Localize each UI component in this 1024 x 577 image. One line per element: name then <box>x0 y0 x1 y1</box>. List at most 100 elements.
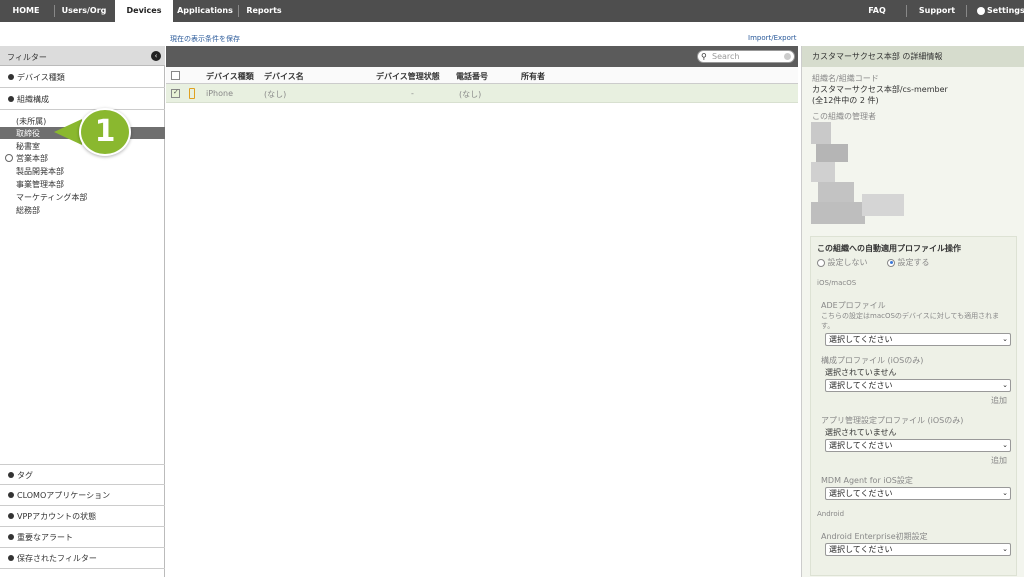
org-item[interactable]: 総務部 <box>16 205 40 216</box>
iphone-icon <box>189 88 195 99</box>
filter-org-structure[interactable]: 組織構成 <box>0 89 165 110</box>
radio-on[interactable]: 設定する <box>887 257 930 268</box>
cell-device-name: (なし) <box>264 90 287 99</box>
filter-title: フィルター <box>7 53 47 62</box>
callout-badge: 1 <box>79 108 131 156</box>
import-export-link[interactable]: Import/Export <box>748 34 797 42</box>
search-input[interactable]: ⚲ Search <box>697 50 795 63</box>
org-item-selected[interactable]: 取締役 <box>16 128 40 139</box>
filter-tag[interactable]: タグ <box>0 464 165 485</box>
app-profile-select[interactable]: 選択してください ⌄ <box>825 439 1011 452</box>
expand-icon <box>8 512 14 519</box>
admin-label: この組織の管理者 <box>812 112 876 121</box>
col-owner[interactable]: 所有者 <box>521 71 545 82</box>
filter-label: タグ <box>17 471 33 480</box>
faq-link[interactable]: FAQ <box>860 0 894 22</box>
org-item[interactable]: (未所属) <box>16 116 46 127</box>
settings-link[interactable]: Settings <box>987 0 1024 22</box>
tab-applications[interactable]: Applications <box>176 0 234 22</box>
col-device-type[interactable]: デバイス種類 <box>206 71 254 82</box>
org-code-value: カスタマーサクセス本部/cs-member <box>812 85 948 94</box>
filter-saved[interactable]: 保存されたフィルター <box>0 548 165 569</box>
filter-header: フィルター ‹ <box>0 46 165 66</box>
profile-title: この組織への自動適用プロファイル操作 <box>817 244 961 253</box>
select-value: 選択してください <box>829 545 893 554</box>
device-list: ⚲ Search デバイス種類 デバイス名 デバイス管理状態 電話番号 所有者 … <box>166 46 798 577</box>
col-phone[interactable]: 電話番号 <box>456 71 488 82</box>
org-count: (全12件中の 2 件) <box>812 96 879 105</box>
chevron-down-icon: ⌄ <box>1002 381 1008 389</box>
expand-icon <box>8 554 14 561</box>
ade-select[interactable]: 選択してください ⌄ <box>825 333 1011 346</box>
search-placeholder: Search <box>712 52 740 61</box>
radio-off[interactable]: 設定しない <box>817 257 868 268</box>
radio-on-icon <box>887 258 895 267</box>
ade-label: ADEプロファイル <box>821 301 886 310</box>
expand-icon <box>8 533 14 540</box>
mdm-agent-label: MDM Agent for iOS設定 <box>821 476 913 485</box>
select-all-checkbox[interactable] <box>171 71 180 80</box>
search-icon: ⚲ <box>701 52 707 61</box>
divider <box>238 5 239 17</box>
select-value: 選択してください <box>829 441 893 450</box>
collapse-icon[interactable]: ‹ <box>151 51 161 61</box>
detail-panel: カスタマーサクセス本部 の詳細情報 組織名/組織コード カスタマーサクセス本部/… <box>801 46 1024 577</box>
cell-device-type: iPhone <box>206 89 234 98</box>
row-checkbox[interactable]: ✓ <box>171 88 180 98</box>
chevron-down-icon: ⌄ <box>1002 335 1008 343</box>
config-add-link[interactable]: 追加 <box>991 395 1007 406</box>
table-header: デバイス種類 デバイス名 デバイス管理状態 電話番号 所有者 <box>166 67 798 84</box>
gear-icon[interactable] <box>977 7 985 15</box>
app-profile-label: アプリ管理設定プロファイル (iOSのみ) <box>821 416 964 425</box>
filter-label: 組織構成 <box>17 95 49 104</box>
config-profile-select[interactable]: 選択してください ⌄ <box>825 379 1011 392</box>
select-value: 選択してください <box>829 335 893 344</box>
expand-icon <box>8 491 14 498</box>
mdm-agent-select[interactable]: 選択してください ⌄ <box>825 487 1011 500</box>
sub-toolbar: 現在の表示条件を保存 Import/Export <box>0 22 1024 46</box>
support-link[interactable]: Support <box>915 0 959 22</box>
org-item[interactable]: 秘書室 <box>16 141 40 152</box>
divider <box>906 5 907 17</box>
expand-org-icon[interactable] <box>5 154 13 162</box>
ios-section-label: iOS/macOS <box>817 279 857 287</box>
ade-note-cont: す。 <box>821 322 835 330</box>
select-value: 選択してください <box>829 489 893 498</box>
col-management-state[interactable]: デバイス管理状態 <box>376 71 440 82</box>
chevron-down-icon: ⌄ <box>1002 441 1008 449</box>
filter-label: 重要なアラート <box>17 533 73 542</box>
org-item[interactable]: マーケティング本部 <box>16 192 87 203</box>
ade-note: こちらの設定はmacOSのデバイスに対しても適用されま <box>821 312 1000 320</box>
divider <box>966 5 967 17</box>
radio-off-icon <box>817 258 825 267</box>
tab-home[interactable]: HOME <box>0 0 52 22</box>
config-profile-label: 構成プロファイル (iOSのみ) <box>821 356 924 365</box>
org-item[interactable]: 製品開発本部 <box>16 166 64 177</box>
android-enterprise-label: Android Enterprise初期設定 <box>821 532 928 541</box>
cell-phone: (なし) <box>459 90 482 99</box>
clear-icon[interactable] <box>784 53 791 60</box>
org-item[interactable]: 営業本部 <box>16 153 48 164</box>
chevron-down-icon: ⌄ <box>1002 545 1008 553</box>
android-enterprise-select[interactable]: 選択してください ⌄ <box>825 543 1011 556</box>
save-view-link[interactable]: 現在の表示条件を保存 <box>170 34 240 44</box>
expand-icon <box>8 73 14 80</box>
app-add-link[interactable]: 追加 <box>991 455 1007 466</box>
filter-clomo-app[interactable]: CLOMOアプリケーション <box>0 485 165 506</box>
col-device-name[interactable]: デバイス名 <box>264 71 304 82</box>
tab-users-org[interactable]: Users/Org <box>56 0 112 22</box>
radio-off-label: 設定しない <box>827 258 868 267</box>
filter-device-type[interactable]: デバイス種類 <box>0 67 165 88</box>
filter-alerts[interactable]: 重要なアラート <box>0 527 165 548</box>
org-item[interactable]: 事業管理本部 <box>16 179 64 190</box>
expand-icon <box>8 471 14 478</box>
top-nav: HOME Users/Org Devices Applications Repo… <box>0 0 1024 22</box>
tab-reports[interactable]: Reports <box>242 0 286 22</box>
filter-vpp[interactable]: VPPアカウントの状態 <box>0 506 165 527</box>
table-row[interactable]: ✓ iPhone (なし) - (なし) <box>166 84 798 103</box>
cell-management-state: - <box>411 89 414 98</box>
tab-devices[interactable]: Devices <box>115 0 173 22</box>
filter-label: 保存されたフィルター <box>17 554 97 563</box>
radio-on-label: 設定する <box>897 258 930 267</box>
filter-label: VPPアカウントの状態 <box>17 512 97 521</box>
